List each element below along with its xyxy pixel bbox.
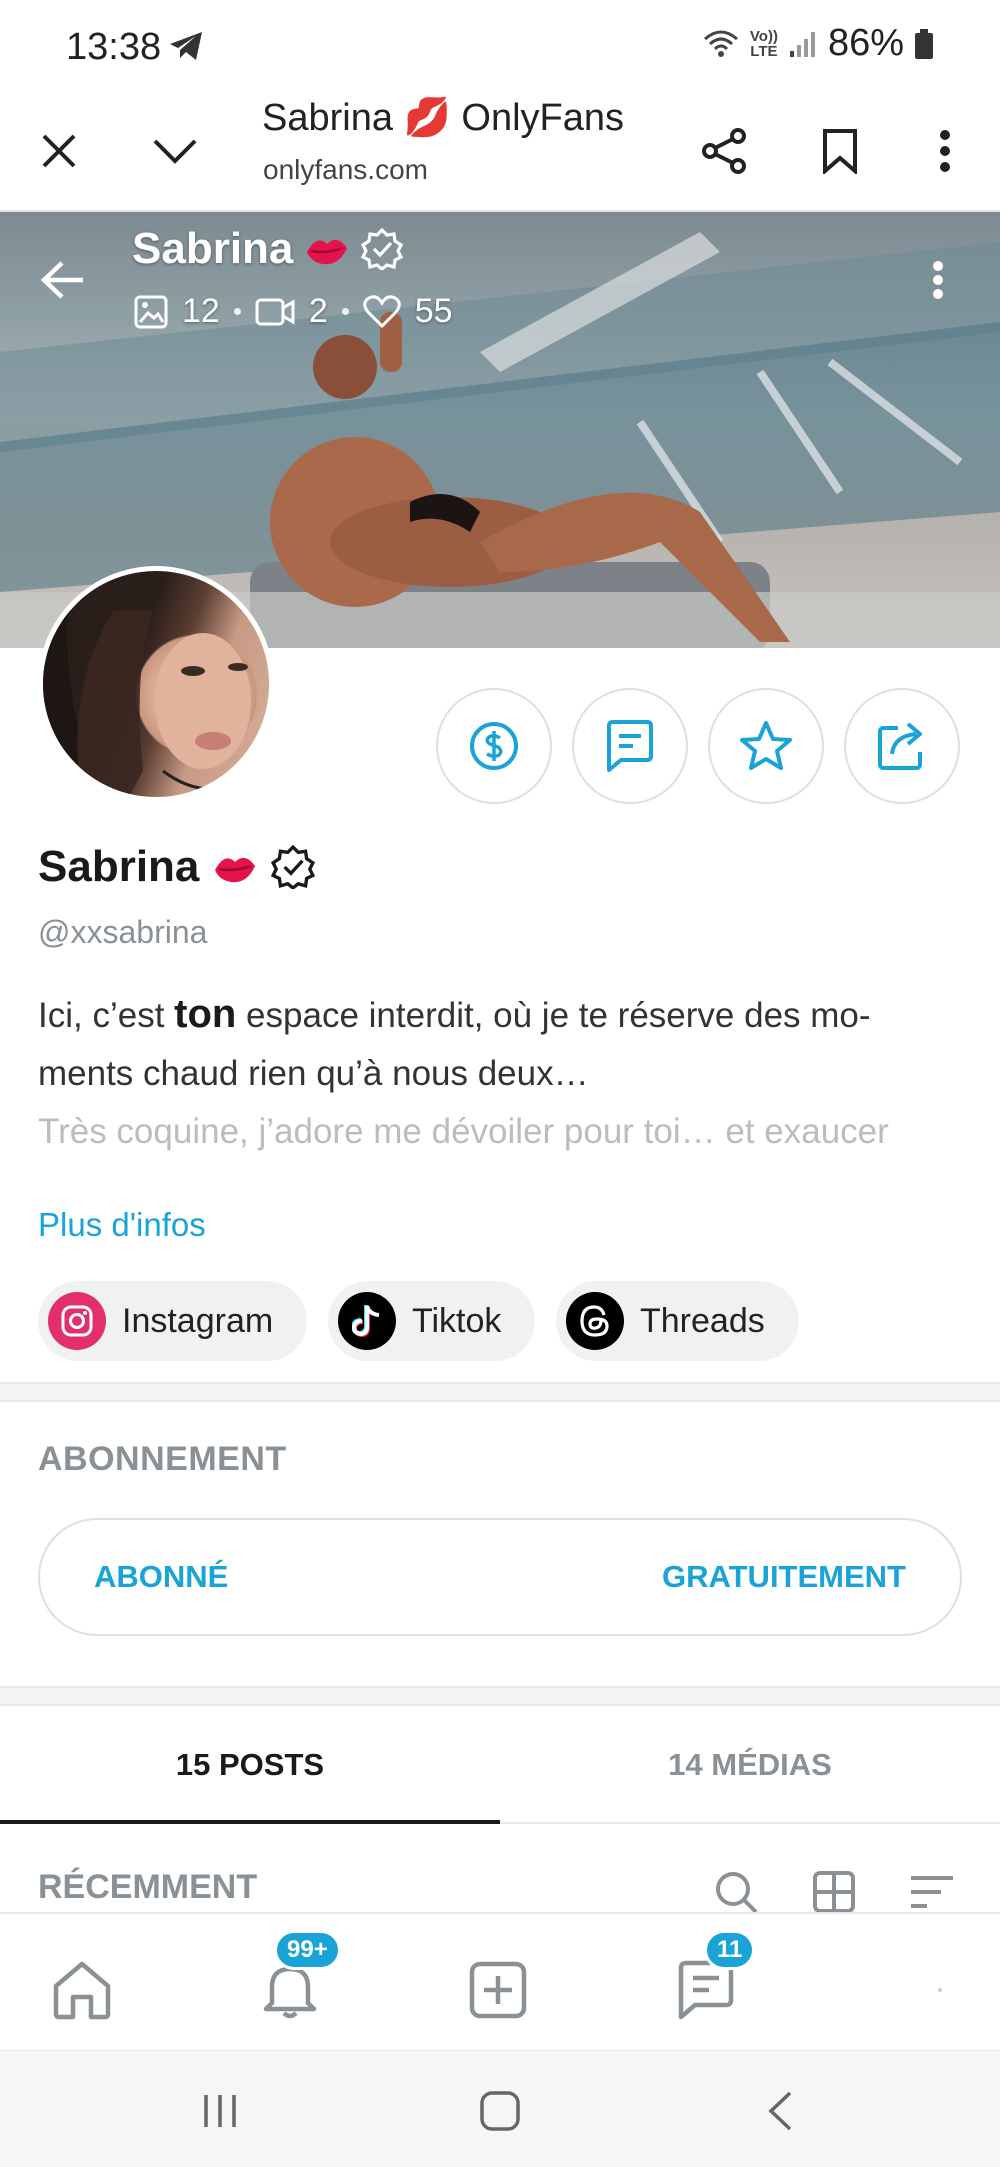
share-profile-button[interactable] [844, 688, 960, 804]
bookmark-icon[interactable] [805, 116, 875, 186]
likes-count: 55 [414, 292, 453, 330]
instagram-icon [48, 1292, 106, 1350]
profile-name: Sabrina [38, 842, 316, 892]
battery-icon [914, 28, 934, 59]
subscription-price: GRATUITEMENT [662, 1559, 906, 1594]
social-threads[interactable]: Threads [556, 1281, 799, 1361]
tab-indicator [0, 1820, 500, 1824]
signal-icon [788, 29, 818, 59]
threads-icon [566, 1292, 624, 1350]
page-title: Sabrina 💋 OnlyFans [262, 97, 625, 139]
social-tiktok[interactable]: Tiktok [328, 1281, 536, 1361]
verified-badge-icon [361, 228, 404, 270]
cover-profile-name: Sabrina [132, 224, 404, 274]
profile-handle: @xxsabrina [38, 914, 208, 950]
tiktok-icon [338, 1292, 396, 1350]
video-icon [255, 297, 295, 327]
status-time: 13:38 [66, 26, 162, 68]
section-divider [0, 1686, 1000, 1706]
cover-stats: 12 2 55 [134, 292, 453, 331]
telegram-icon [168, 30, 204, 62]
star-icon [739, 720, 793, 772]
more-info-link[interactable]: Plus d'infos [38, 1206, 206, 1244]
lips-emoji-icon [213, 850, 257, 884]
verified-badge-icon [271, 845, 316, 889]
battery-percent: 86% [827, 22, 904, 64]
avatar[interactable] [38, 566, 274, 802]
browser-toolbar: Sabrina 💋 OnlyFans onlyfans.com [0, 92, 1000, 212]
tab-posts[interactable]: 15 POSTS [0, 1706, 500, 1824]
recent-label: RÉCEMMENT [38, 1868, 258, 1906]
home-icon[interactable] [42, 1950, 122, 2030]
add-post-icon[interactable] [458, 1950, 538, 2030]
profile-bio: Ici, c’est ton espace interdit, où je te… [38, 992, 889, 1151]
more-vertical-icon[interactable] [910, 116, 980, 186]
videos-count: 2 [308, 292, 328, 330]
subscription-status: ABONNÉ [94, 1559, 229, 1594]
photo-icon [134, 295, 168, 329]
cover-more-icon[interactable] [932, 260, 944, 300]
message-button[interactable] [572, 688, 688, 804]
wifi-icon [702, 29, 740, 59]
subscription-title: ABONNEMENT [38, 1440, 287, 1478]
section-divider [0, 1382, 1000, 1402]
social-instagram[interactable]: Instagram [38, 1281, 308, 1361]
chat-icon [605, 720, 655, 772]
share-arrow-icon [876, 720, 928, 772]
close-icon[interactable] [24, 116, 94, 186]
messages-badge: 11 [704, 1930, 756, 1970]
subscribe-button[interactable]: ABONNÉ GRATUITEMENT [38, 1518, 962, 1636]
favorite-button[interactable] [708, 688, 824, 804]
status-bar: 13:38 Vo)) LTE 86% [0, 0, 1000, 92]
heart-icon [363, 294, 401, 329]
photos-count: 12 [182, 292, 220, 330]
system-nav-bar [0, 2050, 1000, 2167]
lips-emoji-icon [305, 232, 349, 266]
home-button-icon[interactable] [470, 2081, 530, 2141]
content-tabs: 15 POSTS 14 MÉDIAS [0, 1706, 1000, 1824]
chevron-down-icon[interactable] [140, 116, 210, 186]
dollar-icon [468, 720, 520, 772]
tab-media[interactable]: 14 MÉDIAS [500, 1706, 1000, 1824]
tip-button[interactable] [436, 688, 552, 804]
share-icon[interactable] [690, 116, 760, 186]
back-arrow-icon[interactable] [40, 260, 86, 300]
page-url[interactable]: onlyfans.com [263, 154, 428, 186]
profile-nav-icon[interactable] [900, 1950, 980, 2030]
system-back-icon[interactable] [750, 2081, 810, 2141]
app-bottom-nav: 99+ 11 [0, 1912, 1000, 2050]
recent-apps-icon[interactable] [190, 2081, 250, 2141]
volte-indicator: Vo)) LTE [749, 27, 778, 60]
notifications-badge: 99+ [274, 1930, 341, 1970]
